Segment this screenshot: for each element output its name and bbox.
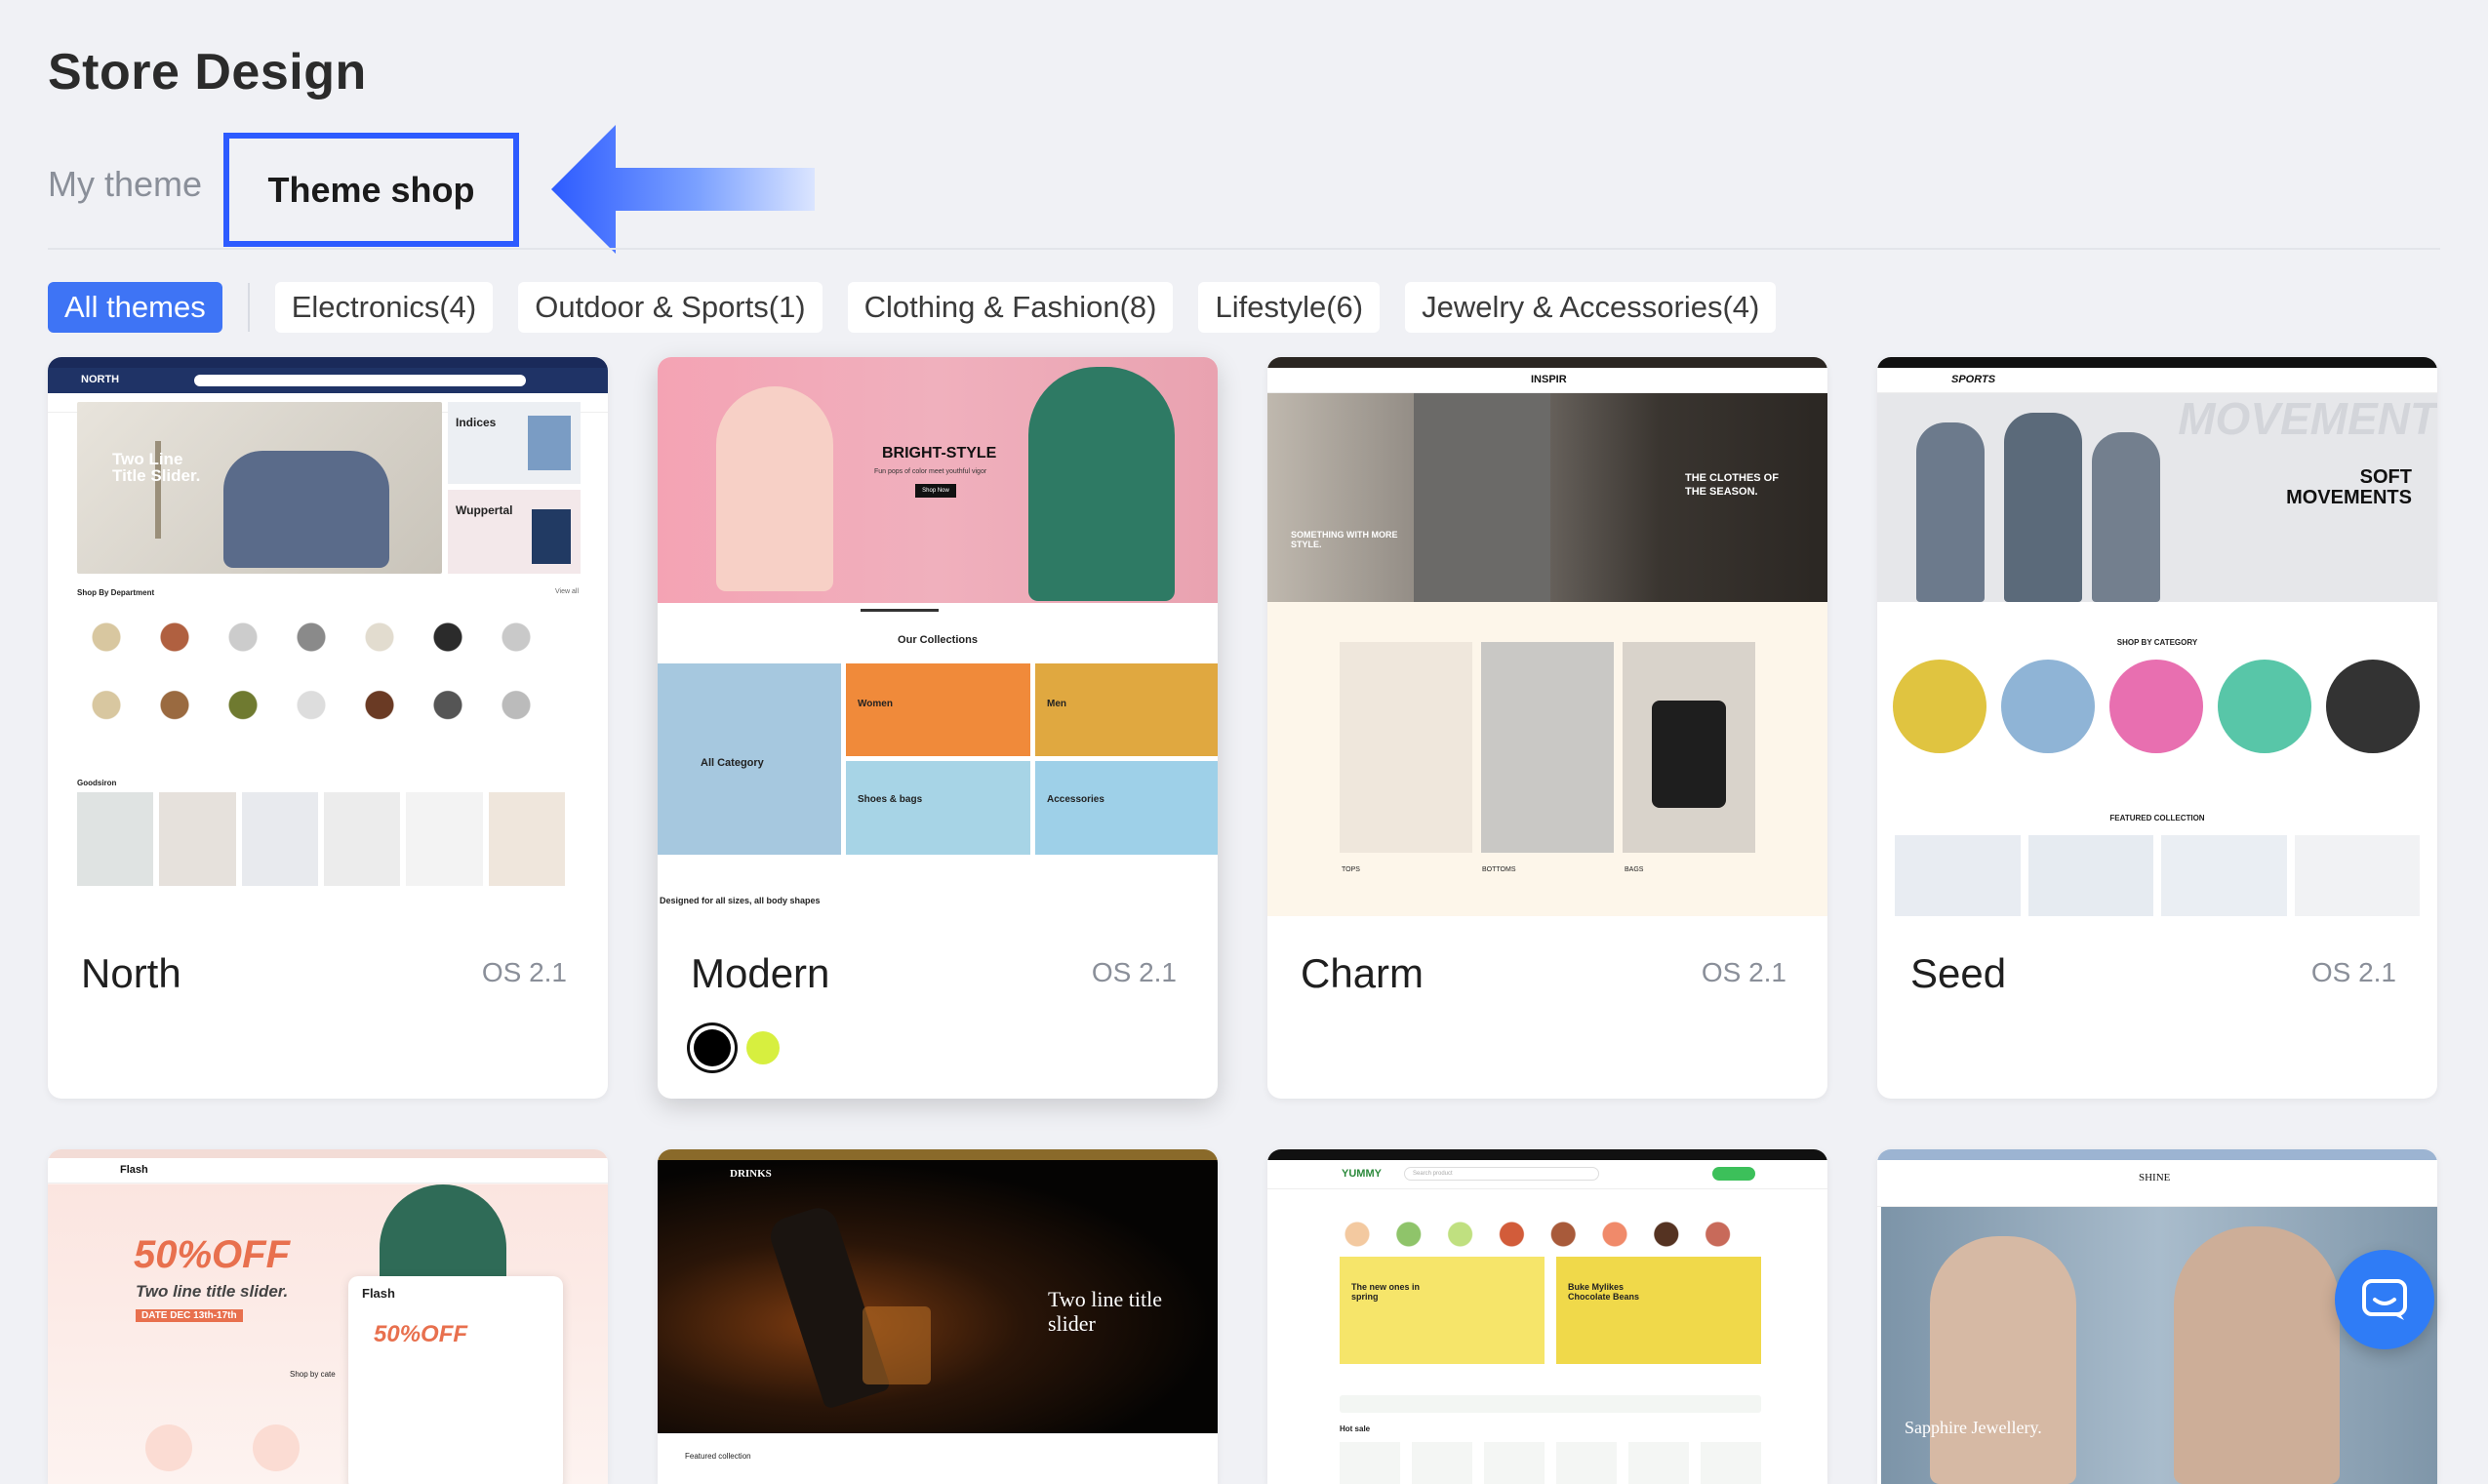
charm-logo: INSPIR	[1531, 374, 1567, 385]
filter-separator	[247, 283, 250, 332]
theme-preview-modern: BRIGHT-STYLE Fun pops of color meet yout…	[658, 357, 1218, 916]
modern-women: Women	[858, 699, 893, 709]
north-goodsiron: Goodsiron	[77, 779, 117, 787]
drinks-featured: Featured collection	[685, 1452, 751, 1461]
theme-name: Charm	[1301, 950, 1425, 996]
left-arrow-icon	[551, 125, 815, 254]
shine-logo: SHINE	[2139, 1172, 2171, 1183]
flash-subtitle: Two line title slider.	[136, 1282, 289, 1301]
filter-all-themes[interactable]: All themes	[48, 282, 222, 333]
tab-divider	[48, 248, 2440, 250]
tab-my-theme[interactable]: My theme	[48, 164, 202, 205]
theme-info-seed: Seed OS 2.1	[1877, 916, 2437, 1099]
charm-bottoms: BOTTOMS	[1482, 866, 1516, 873]
theme-preview-flash: Flash 50%OFF Two line title slider. DATE…	[48, 1149, 608, 1484]
filter-outdoor-sports[interactable]: Outdoor & Sports(1)	[518, 282, 823, 333]
yummy-card2: Buke Mylikes Chocolate Beans	[1568, 1282, 1640, 1302]
theme-card-charm[interactable]: INSPIR SOMETHING WITH MORE STYLE. THE CL…	[1267, 357, 1827, 1099]
theme-card-flash[interactable]: Flash 50%OFF Two line title slider. DATE…	[48, 1149, 608, 1484]
theme-preview-charm: INSPIR SOMETHING WITH MORE STYLE. THE CL…	[1267, 357, 1827, 916]
modern-shop-now: Shop Now	[915, 484, 956, 498]
modern-men: Men	[1047, 699, 1066, 709]
yummy-card1: The new ones in spring	[1351, 1282, 1421, 1302]
theme-card-north[interactable]: NORTH Two Line Title Slider. Indices Wup…	[48, 357, 608, 1099]
theme-info-north: North OS 2.1	[48, 916, 608, 1099]
theme-card-yummy[interactable]: YUMMY Search product The new ones in spr…	[1267, 1149, 1827, 1484]
seed-bg-word: MOVEMENT	[2178, 393, 2437, 444]
chat-icon	[2362, 1279, 2407, 1320]
theme-name: Seed	[1910, 950, 2007, 996]
yummy-logo: YUMMY	[1342, 1168, 1382, 1180]
tab-theme-shop-label: Theme shop	[267, 169, 475, 210]
theme-name: Modern	[691, 950, 830, 996]
theme-info-modern: Modern OS 2.1	[658, 916, 1218, 1099]
north-shop-by-dept: Shop By Department	[77, 588, 155, 597]
theme-card-modern[interactable]: BRIGHT-STYLE Fun pops of color meet yout…	[658, 357, 1218, 1099]
flash-offer: 50%OFF	[134, 1233, 291, 1276]
modern-accessories: Accessories	[1047, 794, 1104, 805]
modern-shoes: Shoes & bags	[858, 794, 923, 805]
tab-theme-shop[interactable]: Theme shop	[223, 133, 519, 247]
yummy-hot-sale: Hot sale	[1340, 1424, 1371, 1433]
yummy-search: Search product	[1404, 1167, 1599, 1181]
shine-hero: Sapphire Jewellery.	[1905, 1418, 2042, 1437]
chat-button[interactable]	[2335, 1250, 2434, 1349]
flash-mobile-logo: Flash	[362, 1286, 395, 1301]
theme-version: OS 2.1	[1701, 957, 1786, 987]
color-swatches	[691, 1029, 780, 1066]
theme-info-charm: Charm OS 2.1	[1267, 916, 1827, 1099]
filter-jewelry-accessories[interactable]: Jewelry & Accessories(4)	[1405, 282, 1777, 333]
theme-preview-drinks: DRINKS Two line title slider Featured co…	[658, 1149, 1218, 1484]
seed-logo: SPORTS	[1951, 374, 1996, 385]
drinks-hero: Two line title slider	[1048, 1287, 1162, 1336]
theme-preview-north: NORTH Two Line Title Slider. Indices Wup…	[48, 357, 608, 916]
north-view-all: View all	[555, 588, 579, 595]
theme-version: OS 2.1	[2310, 957, 2396, 987]
charm-hero-right: THE CLOTHES OF THE SEASON.	[1685, 472, 1779, 498]
theme-name: North	[81, 950, 181, 996]
theme-card-seed[interactable]: SPORTS MOVEMENT SOFT MOVEMENTS SHOP BY C…	[1877, 357, 2437, 1099]
modern-collections: Our Collections	[898, 634, 978, 646]
charm-hero-left: SOMETHING WITH MORE STYLE.	[1291, 530, 1398, 549]
category-filters: All themes Electronics(4) Outdoor & Spor…	[48, 282, 1801, 333]
swatch-lime[interactable]	[746, 1031, 780, 1064]
seed-featured: FEATURED COLLECTION	[2109, 814, 2205, 822]
charm-tops: TOPS	[1342, 866, 1360, 873]
modern-hero-sub: Fun pops of color meet youthful vigor	[874, 468, 987, 475]
filter-electronics[interactable]: Electronics(4)	[274, 282, 494, 333]
flash-logo: Flash	[120, 1164, 148, 1176]
theme-version: OS 2.1	[481, 957, 567, 987]
flash-date: DATE DEC 13th-17th	[136, 1309, 243, 1322]
charm-bags: BAGS	[1625, 866, 1644, 873]
theme-preview-seed: SPORTS MOVEMENT SOFT MOVEMENTS SHOP BY C…	[1877, 357, 2437, 916]
theme-preview-yummy: YUMMY Search product The new ones in spr…	[1267, 1149, 1827, 1484]
drinks-logo: DRINKS	[730, 1168, 772, 1180]
flash-shop-by-cate: Shop by cate	[290, 1370, 336, 1379]
modern-footer-text: Designed for all sizes, all body shapes	[660, 896, 821, 905]
seed-hero: SOFT MOVEMENTS	[2286, 466, 2412, 508]
seed-shop-by-category: SHOP BY CATEGORY	[2116, 638, 2198, 647]
filter-clothing-fashion[interactable]: Clothing & Fashion(8)	[847, 282, 1174, 333]
north-wuppertal: Wuppertal	[456, 503, 513, 517]
north-hero-text: Two Line Title Slider.	[112, 450, 201, 485]
modern-all-category: All Category	[701, 757, 764, 769]
theme-version: OS 2.1	[1091, 957, 1177, 987]
north-indices: Indices	[456, 416, 497, 429]
filter-lifestyle[interactable]: Lifestyle(6)	[1198, 282, 1381, 333]
swatch-black[interactable]	[694, 1029, 731, 1066]
page-title: Store Design	[48, 44, 367, 100]
flash-mobile-offer: 50%OFF	[374, 1321, 468, 1347]
modern-hero-title: BRIGHT-STYLE	[882, 445, 997, 461]
north-logo: NORTH	[81, 374, 120, 385]
theme-card-drinks[interactable]: DRINKS Two line title slider Featured co…	[658, 1149, 1218, 1484]
